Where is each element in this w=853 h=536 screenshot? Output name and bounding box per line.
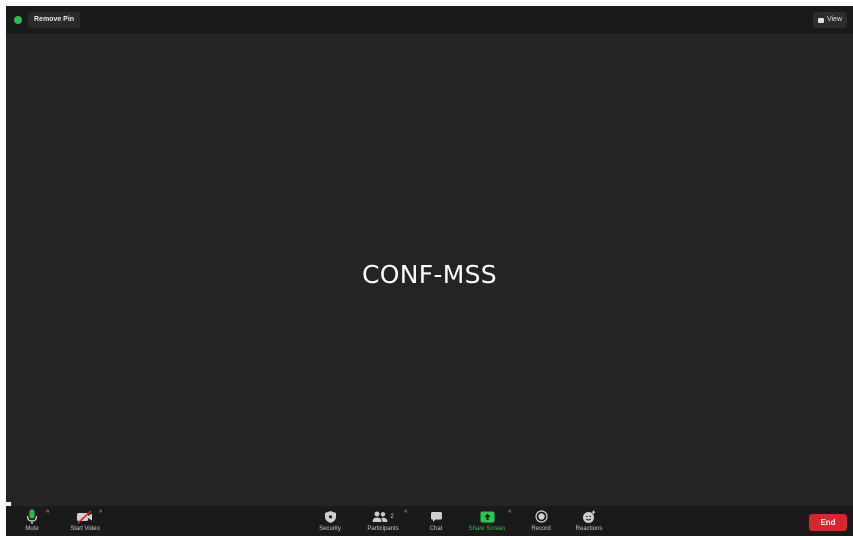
mic-icon [26,508,38,525]
chat-bubble-icon [430,508,443,525]
participants-label: Participants [367,526,399,532]
security-status-icon[interactable] [14,16,22,24]
reactions-button[interactable]: Reactions [571,508,607,536]
reactions-label: Reactions [575,526,603,532]
people-icon: 2 [372,508,394,525]
share-up-arrow-icon [480,508,495,525]
view-button[interactable]: View [812,12,847,28]
security-button[interactable]: Security [312,508,348,536]
chat-label: Chat [429,526,443,532]
participants-count: 2 [390,513,394,520]
grid-view-icon [817,17,824,23]
view-label: View [826,16,842,23]
reactions-icon [582,508,596,525]
end-meeting-button[interactable]: End [809,514,847,531]
meeting-toolbar: Mute ^ Start Video ^ Security 2 Particip… [6,506,853,536]
participants-options-caret-icon[interactable]: ^ [404,510,407,517]
record-button[interactable]: Record [526,508,556,536]
shield-icon [324,508,337,525]
participant-name: CONF-MSS [362,260,497,289]
video-options-caret-icon[interactable]: ^ [99,510,102,517]
share-screen-button[interactable]: Share Screen [464,508,510,536]
video-off-icon [76,508,94,525]
record-label: Record [531,526,551,532]
security-label: Security [319,526,341,532]
chat-button[interactable]: Chat [424,508,448,536]
meeting-window: Remove Pin View CONF-MSS Mute ^ Start Vi… [6,6,853,536]
mute-label: Mute [25,526,39,532]
record-icon [534,508,548,525]
start-video-label: Start Video [70,526,100,532]
participants-button[interactable]: 2 Participants [362,508,404,536]
mute-button[interactable]: Mute [20,508,44,536]
top-bar: Remove Pin View [6,6,853,34]
audio-options-caret-icon[interactable]: ^ [46,510,49,517]
remove-pin-button[interactable]: Remove Pin [28,12,81,28]
share-options-caret-icon[interactable]: ^ [508,510,511,517]
share-screen-label: Share Screen [468,526,506,532]
video-stage: CONF-MSS [6,34,853,506]
